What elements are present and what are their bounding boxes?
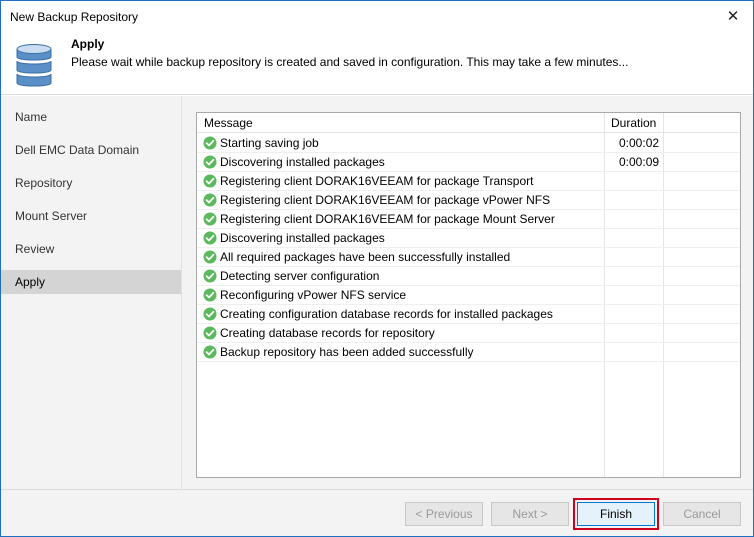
log-row[interactable]: Discovering installed packages 0:00:09 <box>197 153 740 172</box>
log-duration: 0:00:09 <box>619 155 660 169</box>
success-check-icon <box>203 326 217 340</box>
success-check-icon <box>203 155 217 169</box>
log-row[interactable]: All required packages have been successf… <box>197 248 740 267</box>
success-check-icon <box>203 269 217 283</box>
log-message: Discovering installed packages <box>220 231 385 245</box>
column-header-duration[interactable]: Duration <box>611 116 656 130</box>
success-check-icon <box>203 250 217 264</box>
log-row[interactable]: Registering client DORAK16VEEAM for pack… <box>197 210 740 229</box>
log-message: All required packages have been successf… <box>220 250 511 264</box>
success-check-icon <box>203 212 217 226</box>
wizard-header: Apply Please wait while backup repositor… <box>1 31 753 95</box>
step-apply[interactable]: Apply <box>1 270 181 294</box>
success-check-icon <box>203 288 217 302</box>
title-bar: New Backup Repository ✕ <box>1 1 753 31</box>
log-row[interactable]: Reconfiguring vPower NFS service <box>197 286 740 305</box>
success-check-icon <box>203 231 217 245</box>
log-row[interactable]: Discovering installed packages <box>197 229 740 248</box>
log-header: Message Duration <box>197 113 740 133</box>
step-repository[interactable]: Repository <box>1 171 181 195</box>
log-row[interactable]: Registering client DORAK16VEEAM for pack… <box>197 172 740 191</box>
log-message: Discovering installed packages <box>220 155 385 169</box>
step-title: Apply <box>71 37 105 51</box>
apply-content: Message Duration Starting saving job 0:00… <box>181 96 753 489</box>
success-check-icon <box>203 345 217 359</box>
finish-button[interactable]: Finish <box>577 502 655 526</box>
success-check-icon <box>203 174 217 188</box>
log-message: Starting saving job <box>220 136 319 150</box>
step-description: Please wait while backup repository is c… <box>71 55 629 69</box>
log-duration: 0:00:02 <box>619 136 660 150</box>
step-review[interactable]: Review <box>1 237 181 261</box>
log-message: Backup repository has been added success… <box>220 345 474 359</box>
wizard-steps: Name Dell EMC Data Domain Repository Mou… <box>1 96 181 489</box>
new-backup-repository-dialog: New Backup Repository ✕ Apply Please wai… <box>0 0 754 537</box>
wizard-footer: < Previous Next > Finish Cancel <box>1 489 753 536</box>
log-message: Creating database records for repository <box>220 326 435 340</box>
success-check-icon <box>203 307 217 321</box>
log-message: Detecting server configuration <box>220 269 380 283</box>
log-row[interactable]: Creating configuration database records … <box>197 305 740 324</box>
success-check-icon <box>203 136 217 150</box>
close-icon[interactable]: ✕ <box>713 1 753 31</box>
previous-button[interactable]: < Previous <box>405 502 483 526</box>
column-header-message[interactable]: Message <box>204 116 253 130</box>
database-icon <box>16 44 52 87</box>
log-row[interactable]: Detecting server configuration <box>197 267 740 286</box>
success-check-icon <box>203 193 217 207</box>
log-message: Reconfiguring vPower NFS service <box>220 288 407 302</box>
cancel-button[interactable]: Cancel <box>663 502 741 526</box>
log-message: Registering client DORAK16VEEAM for pack… <box>220 174 534 188</box>
log-row[interactable]: Registering client DORAK16VEEAM for pack… <box>197 191 740 210</box>
step-mount-server[interactable]: Mount Server <box>1 204 181 228</box>
log-row[interactable]: Starting saving job 0:00:02 <box>197 134 740 153</box>
window-title: New Backup Repository <box>10 10 139 24</box>
log-row[interactable]: Creating database records for repository <box>197 324 740 343</box>
step-dell-emc-data-domain[interactable]: Dell EMC Data Domain <box>1 138 181 162</box>
next-button[interactable]: Next > <box>491 502 569 526</box>
log-row[interactable]: Backup repository has been added success… <box>197 343 740 362</box>
step-name[interactable]: Name <box>1 105 181 129</box>
progress-log[interactable]: Message Duration Starting saving job 0:00… <box>196 112 741 478</box>
log-message: Registering client DORAK16VEEAM for pack… <box>220 193 551 207</box>
log-message: Registering client DORAK16VEEAM for pack… <box>220 212 555 226</box>
log-message: Creating configuration database records … <box>220 307 553 321</box>
